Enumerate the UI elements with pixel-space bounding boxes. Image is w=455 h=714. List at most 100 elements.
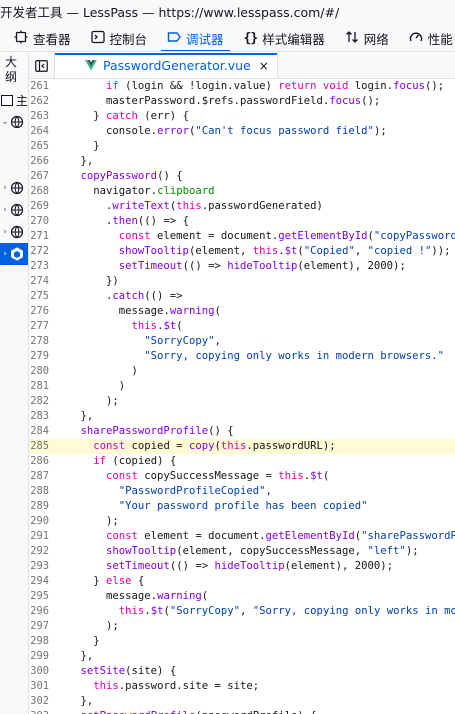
line-number[interactable]: 263 — [29, 109, 49, 124]
line-number[interactable]: 295 — [29, 589, 49, 604]
line-number[interactable]: 302 — [29, 694, 49, 709]
line-number[interactable]: 296 — [29, 604, 49, 619]
line-number[interactable]: 265 — [29, 139, 49, 154]
tab-performance[interactable]: 性能 — [395, 26, 455, 51]
code-line[interactable]: 297 ); — [29, 619, 455, 634]
line-number[interactable]: 284 — [29, 424, 49, 439]
source-tree-item[interactable]: › — [0, 199, 28, 221]
code-line[interactable]: 279 "Sorry, copying only works in modern… — [29, 349, 455, 364]
outline-tab[interactable]: 大纲 — [0, 53, 18, 85]
line-number[interactable]: 280 — [29, 364, 49, 379]
line-number[interactable]: 272 — [29, 244, 49, 259]
line-number[interactable]: 299 — [29, 649, 49, 664]
code-line[interactable]: 271 const element = document.getElementB… — [29, 229, 455, 244]
line-number[interactable]: 275 — [29, 289, 49, 304]
code-line[interactable]: 276 message.warning( — [29, 304, 455, 319]
line-number[interactable]: 297 — [29, 619, 49, 634]
code-line[interactable]: 275 .catch(() => — [29, 289, 455, 304]
line-number[interactable]: 298 — [29, 634, 49, 649]
code-line[interactable]: 293 setTimeout(() => hideTooltip(element… — [29, 559, 455, 574]
line-number[interactable]: 279 — [29, 349, 49, 364]
line-number[interactable]: 271 — [29, 229, 49, 244]
code-line[interactable]: 303 setPasswordProfile(passwordProfile) … — [29, 709, 455, 714]
code-line[interactable]: 284 sharePasswordProfile() { — [29, 424, 455, 439]
line-number[interactable]: 281 — [29, 379, 49, 394]
line-number[interactable]: 262 — [29, 94, 49, 109]
close-icon[interactable]: × — [259, 59, 269, 73]
line-number[interactable]: 273 — [29, 259, 49, 274]
code-line[interactable]: 302 }, — [29, 694, 455, 709]
code-line[interactable]: 273 setTimeout(() => hideTooltip(element… — [29, 259, 455, 274]
line-number[interactable]: 292 — [29, 544, 49, 559]
tab-inspector[interactable]: 查看器 — [0, 26, 77, 51]
tab-console[interactable]: 控制台 — [77, 26, 154, 51]
code-line[interactable]: 290 ); — [29, 514, 455, 529]
code-line[interactable]: 291 const element = document.getElementB… — [29, 529, 455, 544]
line-number[interactable]: 285 — [29, 439, 49, 454]
line-number[interactable]: 282 — [29, 394, 49, 409]
tab-network[interactable]: 网络 — [331, 26, 395, 51]
code-line[interactable]: 268 navigator.clipboard — [29, 184, 455, 199]
code-line[interactable]: 295 message.warning( — [29, 589, 455, 604]
line-number[interactable]: 301 — [29, 679, 49, 694]
line-number[interactable]: 261 — [29, 79, 49, 94]
code-line[interactable]: 270 .then(() => { — [29, 214, 455, 229]
code-line[interactable]: 265 } — [29, 139, 455, 154]
source-tree-item[interactable]: › — [0, 221, 28, 243]
code-line[interactable]: 267 copyPassword() { — [29, 169, 455, 184]
line-number[interactable]: 283 — [29, 409, 49, 424]
code-line[interactable]: 294 } else { — [29, 574, 455, 589]
line-number[interactable]: 277 — [29, 319, 49, 334]
line-number[interactable]: 267 — [29, 169, 49, 184]
line-number[interactable]: 278 — [29, 334, 49, 349]
line-number[interactable]: 289 — [29, 499, 49, 514]
tab-style-editor[interactable]: {} 样式编辑器 — [230, 26, 331, 51]
tab-debugger[interactable]: 调试器 — [153, 26, 230, 51]
code-line[interactable]: 274 }) — [29, 274, 455, 289]
line-number[interactable]: 303 — [29, 709, 49, 714]
line-number[interactable]: 293 — [29, 559, 49, 574]
line-number[interactable]: 288 — [29, 484, 49, 499]
code-line[interactable]: 263 } catch (err) { — [29, 109, 455, 124]
code-line[interactable]: 289 "Your password profile has been copi… — [29, 499, 455, 514]
source-tree-main[interactable]: 主 — [0, 89, 28, 111]
source-tree-item[interactable]: ⌄ — [0, 111, 28, 133]
code-line[interactable]: 266 }, — [29, 154, 455, 169]
line-number[interactable]: 291 — [29, 529, 49, 544]
code-line[interactable]: 277 this.$t( — [29, 319, 455, 334]
code-line[interactable]: 282 ); — [29, 394, 455, 409]
code-line[interactable]: 288 "PasswordProfileCopied", — [29, 484, 455, 499]
line-number[interactable]: 290 — [29, 514, 49, 529]
line-number[interactable]: 286 — [29, 454, 49, 469]
code-line[interactable]: 269 .writeText(this.passwordGenerated) — [29, 199, 455, 214]
code-line[interactable]: 292 showTooltip(element, copySuccessMess… — [29, 544, 455, 559]
code-line[interactable]: 285 const copied = copy(this.passwordURL… — [29, 439, 455, 454]
code-line[interactable]: 286 if (copied) { — [29, 454, 455, 469]
source-tree-item-selected[interactable]: › — [0, 243, 28, 265]
code-line[interactable]: 280 ) — [29, 364, 455, 379]
line-number[interactable]: 300 — [29, 664, 49, 679]
line-number[interactable]: 264 — [29, 124, 49, 139]
line-number[interactable]: 276 — [29, 304, 49, 319]
code-line[interactable]: 281 ) — [29, 379, 455, 394]
code-line[interactable]: 287 const copySuccessMessage = this.$t( — [29, 469, 455, 484]
code-line[interactable]: 272 showTooltip(element, this.$t("Copied… — [29, 244, 455, 259]
line-number[interactable]: 270 — [29, 214, 49, 229]
line-number[interactable]: 274 — [29, 274, 49, 289]
code-line[interactable]: 264 console.error("Can't focus password … — [29, 124, 455, 139]
line-number[interactable]: 266 — [29, 154, 49, 169]
toggle-sidebar-button[interactable] — [29, 53, 55, 78]
line-number[interactable]: 268 — [29, 184, 49, 199]
code-line[interactable]: 261 if (login && !login.value) return vo… — [29, 79, 455, 94]
line-number[interactable]: 269 — [29, 199, 49, 214]
source-tree-item[interactable]: › — [0, 177, 28, 199]
code-line[interactable]: 262 masterPassword.$refs.passwordField.f… — [29, 94, 455, 109]
line-number[interactable]: 294 — [29, 574, 49, 589]
code-line[interactable]: 299 }, — [29, 649, 455, 664]
line-number[interactable]: 287 — [29, 469, 49, 484]
code-line[interactable]: 296 this.$t("SorryCopy", "Sorry, copying… — [29, 604, 455, 619]
editor-tab-file[interactable]: PasswordGenerator.vue × — [55, 53, 278, 78]
code-line[interactable]: 283 }, — [29, 409, 455, 424]
code-line[interactable]: 301 this.password.site = site; — [29, 679, 455, 694]
code-line[interactable]: 300 setSite(site) { — [29, 664, 455, 679]
